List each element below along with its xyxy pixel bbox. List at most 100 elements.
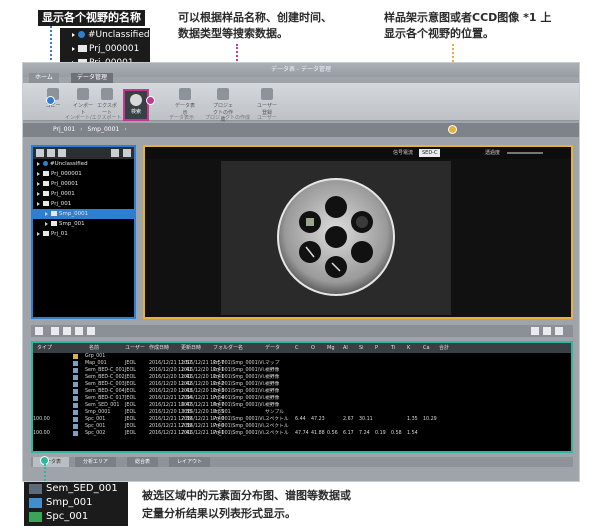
tab-home[interactable]: ホーム xyxy=(29,73,59,83)
tree-callout-label: 显示各个视野的名称 xyxy=(38,10,145,26)
tile-icon[interactable] xyxy=(58,149,66,157)
tab-data-management[interactable]: データ管理 xyxy=(71,73,114,83)
export-button[interactable]: エクスポート xyxy=(95,86,119,116)
cell-folder: Prj_001\Smp_0001\Vi... xyxy=(213,382,269,387)
cell-value: 6.17 xyxy=(343,431,354,436)
expand-icon[interactable] xyxy=(37,231,40,236)
column-header[interactable]: 合計 xyxy=(439,343,449,353)
tree-item[interactable]: Prj_00001 xyxy=(33,179,134,189)
tree-item[interactable]: Smp_001 xyxy=(33,219,134,229)
tree-item[interactable]: Prj_0001 xyxy=(33,189,134,199)
document-icon[interactable] xyxy=(87,327,95,335)
expand-all-icon[interactable] xyxy=(123,149,131,157)
column-header[interactable]: Ti xyxy=(391,343,395,353)
grid-icon[interactable] xyxy=(555,327,563,335)
table-row[interactable]: Spc_001 JEOL 2016/12/21 17:39 2016/12/21 17… xyxy=(33,416,571,423)
grid-icon[interactable] xyxy=(47,149,55,157)
expand-icon[interactable] xyxy=(37,191,40,196)
row-type-icon xyxy=(73,382,78,387)
viewer-toolbar: 信号電流 SED-C 透過度 xyxy=(145,147,571,159)
tree-item[interactable]: Smp_0001 xyxy=(33,209,134,219)
list-view-icon[interactable] xyxy=(35,327,43,335)
breadcrumb-project[interactable]: Prj_001 xyxy=(53,126,75,133)
table-row[interactable]: Spc_002 JEOL 2016/12/21 17:41 2016/12/21 17… xyxy=(33,430,571,437)
column-header[interactable]: タイプ xyxy=(37,343,52,353)
folder-icon xyxy=(51,211,57,216)
expand-icon[interactable] xyxy=(37,161,40,166)
column-header[interactable]: O xyxy=(311,343,315,353)
chevron-right-icon: › xyxy=(124,126,127,133)
tree-item[interactable]: Prj_01 xyxy=(33,229,134,239)
breadcrumb-sample[interactable]: Smp_0001 xyxy=(88,126,120,133)
cell-folder: Prj_001\Smp_0001\Vi... xyxy=(213,417,269,422)
column-header[interactable]: Mg xyxy=(327,343,335,353)
user-register-button[interactable]: ユーザー登録 xyxy=(255,86,279,116)
expand-icon[interactable] xyxy=(37,171,40,176)
tree-item-label: Smp_001 xyxy=(59,221,85,227)
column-header[interactable]: P xyxy=(375,343,378,353)
cell-folder: Prj_001 xyxy=(213,410,231,415)
column-header[interactable]: 名前 xyxy=(89,343,99,353)
column-header[interactable]: C xyxy=(295,343,299,353)
table-row[interactable]: Sem_BED-C_017 JEOL 2016/12/21 17:34 2016/12… xyxy=(33,395,571,402)
create-project-button[interactable]: プロジェクトの作成 xyxy=(211,86,235,123)
list-callout-line2: 定量分析结果以列表形式显示。 xyxy=(142,507,296,520)
list-body: Grp_001 Map_001 JEOL 2016/12/21 11:57 2016/1… xyxy=(33,353,571,437)
table-row[interactable]: Sem_BED-C_004 JEOL 2016/12/20 11:43 2016/12… xyxy=(33,388,571,395)
compare-icon[interactable] xyxy=(543,327,551,335)
import-button[interactable]: インポート xyxy=(71,86,95,116)
group-label-import: インポート/エクスポート xyxy=(65,115,122,121)
table-row[interactable]: Spc_001 JEOL 2016/12/21 17:39 2016/12/21 17… xyxy=(33,423,571,430)
table-row[interactable]: Grp_001 xyxy=(33,353,571,360)
table-row[interactable]: Sem_BED-C_003 JEOL 2016/12/20 11:42 2016/12… xyxy=(33,381,571,388)
cell-folder: Prj_001\Smp_0001\Vi... xyxy=(213,403,269,408)
inset-tree-row: Prj_000001 xyxy=(60,42,150,56)
export-icon[interactable] xyxy=(75,327,83,335)
search-button[interactable]: 検索 xyxy=(123,89,149,121)
tree-item[interactable]: #Unclassified xyxy=(33,159,134,169)
expand-icon xyxy=(72,46,75,51)
column-header[interactable]: フォルダー名 xyxy=(213,343,243,353)
detector-select[interactable]: SED-C xyxy=(419,149,441,157)
data-view-button[interactable]: データ表示 xyxy=(173,86,197,116)
cell-data: スペクトル xyxy=(265,431,289,436)
column-header[interactable]: Al xyxy=(343,343,348,353)
column-header[interactable]: 作成日時 xyxy=(149,343,169,353)
expand-icon[interactable] xyxy=(45,221,48,226)
folder-icon xyxy=(51,221,57,226)
column-header[interactable]: K xyxy=(407,343,410,353)
add-icon[interactable] xyxy=(51,327,59,335)
column-header[interactable]: 更新日時 xyxy=(181,343,201,353)
expand-icon[interactable] xyxy=(37,181,40,186)
table-row[interactable]: Sem_SED_001 JEOL 2016/12/21 16:47 2016/12/2… xyxy=(33,402,571,409)
column-header[interactable]: ユーザー xyxy=(125,343,145,353)
tree-item[interactable]: Prj_000001 xyxy=(33,169,134,179)
tree-item[interactable]: Prj_001 xyxy=(33,199,134,209)
table-row[interactable]: Sem_BED-C_001 JEOL 2016/12/20 11:41 2016/12… xyxy=(33,367,571,374)
breadcrumb: Prj_001 › Smp_0001 › xyxy=(23,123,579,137)
table-row[interactable]: Smp_0001 JEOL 2016/12/20 13:35 2016/12/20 1… xyxy=(33,409,571,416)
tab-data-table[interactable]: データ表 xyxy=(33,457,70,467)
inset-data-item: Spc_001 xyxy=(24,510,128,524)
chart-icon[interactable] xyxy=(531,327,539,335)
unclassified-icon xyxy=(78,31,85,38)
brightness-slider[interactable] xyxy=(507,152,543,154)
table-row[interactable]: Sem_BED-C_002 JEOL 2016/12/20 11:41 2016/12… xyxy=(33,374,571,381)
report-icon[interactable] xyxy=(63,327,71,335)
column-header[interactable]: データ xyxy=(265,343,280,353)
tab-layout[interactable]: レイアウト xyxy=(169,457,211,467)
spectrum-icon xyxy=(29,512,42,522)
table-row[interactable]: Map_001 JEOL 2016/12/21 11:57 2016/12/21 11… xyxy=(33,360,571,367)
column-header[interactable]: Si xyxy=(359,343,364,353)
tab-summary[interactable]: 総合表 xyxy=(127,457,159,467)
inset-data-item: Smp_001 xyxy=(24,496,128,510)
expand-icon[interactable] xyxy=(45,211,48,216)
tab-analysis-area[interactable]: 分析エリア xyxy=(75,457,117,467)
list-icon[interactable] xyxy=(36,149,44,157)
folder-icon xyxy=(43,171,49,176)
expand-icon[interactable] xyxy=(37,201,40,206)
cell-user: JEOL xyxy=(125,431,136,436)
column-header[interactable]: Ca xyxy=(423,343,430,353)
filter-icon[interactable] xyxy=(111,149,119,157)
holder-viewer: 信号電流 SED-C 透過度 xyxy=(143,145,573,319)
